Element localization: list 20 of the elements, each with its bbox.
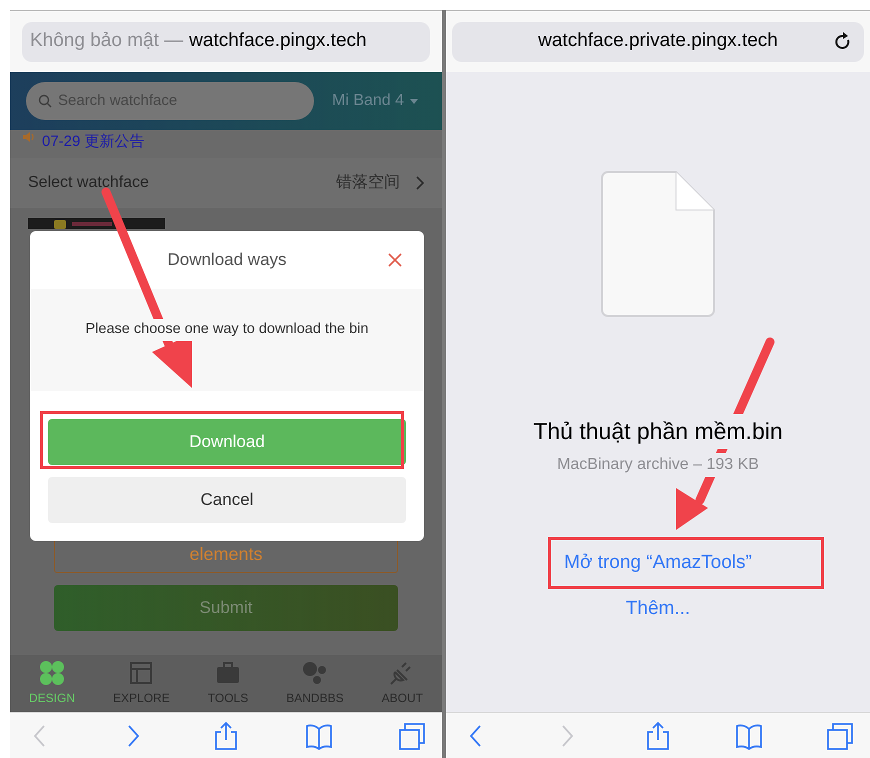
row-label: Select watchface bbox=[28, 173, 149, 193]
row-value: 错落空间 bbox=[336, 172, 400, 193]
download-button[interactable]: Download bbox=[48, 419, 406, 465]
select-watchface-row[interactable]: Select watchface 错落空间 bbox=[10, 158, 442, 208]
url-text: watchface.private.pingx.tech bbox=[538, 29, 778, 54]
open-in-link[interactable]: Mở trong “AmazTools” bbox=[548, 544, 768, 581]
nav-tab[interactable]: DESIGN bbox=[29, 660, 76, 707]
file-info: MacBinary archive – 193 KB bbox=[557, 452, 759, 476]
security-label: Không bảo mật — bbox=[30, 29, 184, 54]
open-in-link[interactable]: Thêm... bbox=[610, 591, 706, 628]
url-text: watchface.pingx.tech bbox=[189, 29, 367, 54]
address-bar[interactable]: watchface.private.pingx.tech bbox=[452, 22, 864, 62]
dialog-title: Download ways bbox=[167, 249, 287, 272]
dialog-message: Please choose one way to download the bin bbox=[86, 319, 368, 341]
file-name: Thủ thuật phần mềm.bin bbox=[533, 414, 783, 448]
cancel-button[interactable]: Cancel bbox=[48, 477, 406, 523]
address-bar[interactable]: Không bảo mật — watchface.pingx.tech bbox=[22, 22, 430, 62]
notice-link[interactable]: 07-29 更新公告 bbox=[42, 131, 145, 154]
device-dropdown[interactable]: Mi Band 4 bbox=[332, 89, 418, 113]
submit-button[interactable]: Submit bbox=[54, 585, 398, 631]
